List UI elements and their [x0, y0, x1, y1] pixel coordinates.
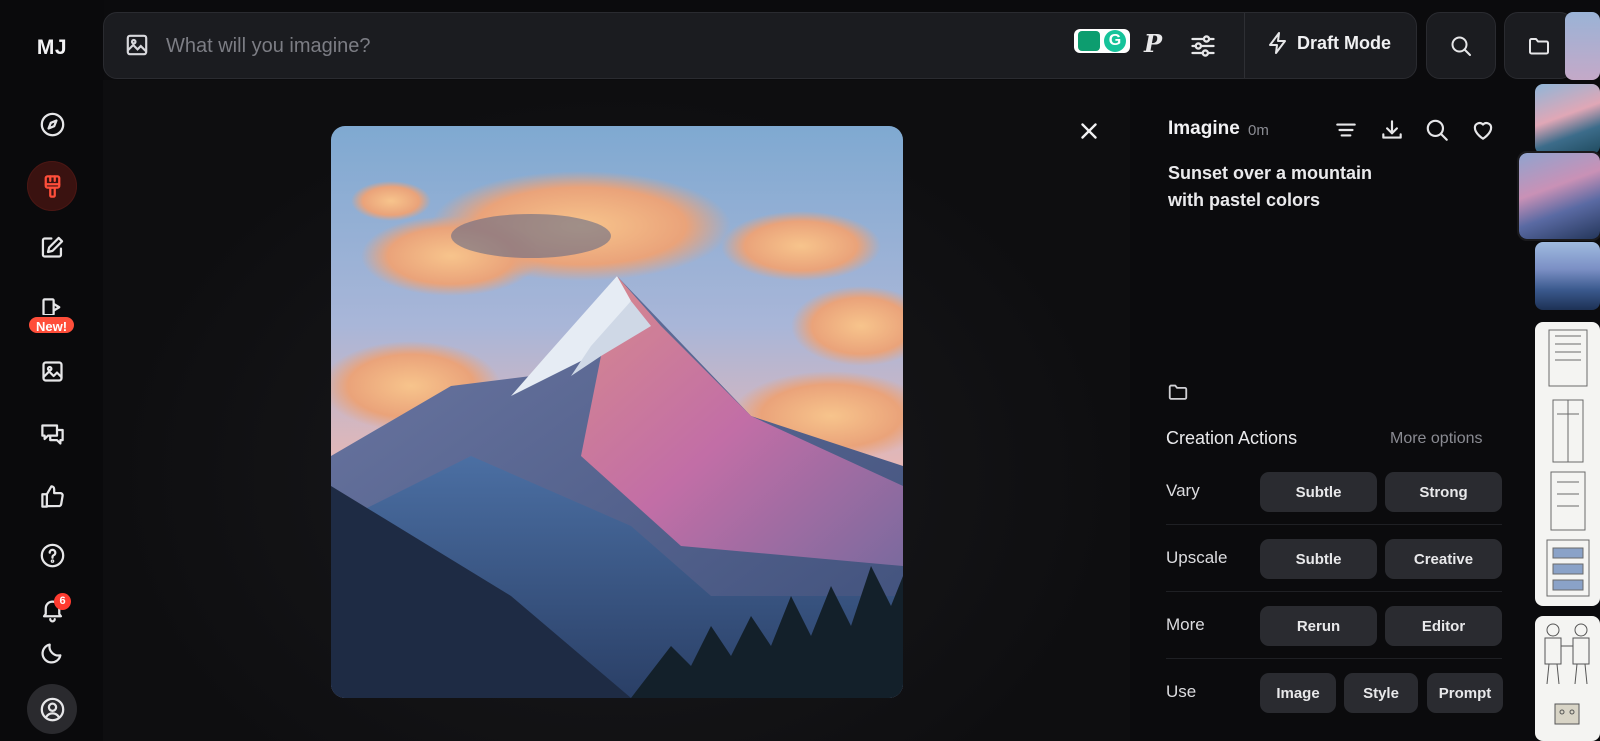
job-type-title: Imagine [1168, 118, 1240, 139]
search-button[interactable] [1426, 12, 1496, 79]
row-divider [1166, 591, 1502, 592]
upscale-creative-button[interactable]: Creative [1385, 539, 1502, 579]
close-icon [1081, 123, 1097, 139]
prompt-input[interactable] [166, 27, 1026, 65]
use-prompt-button[interactable]: Prompt [1427, 673, 1503, 713]
download-icon [1382, 120, 1402, 139]
row-divider [1166, 658, 1502, 659]
theme-toggle-button[interactable] [27, 627, 77, 677]
toolbar-divider [1244, 13, 1245, 78]
extension-icon [1078, 31, 1100, 51]
folder-icon [1529, 37, 1549, 54]
job-time: 0m [1248, 122, 1269, 139]
more-options-link[interactable]: More options [1390, 430, 1483, 448]
draft-mode-label: Draft Mode [1297, 32, 1391, 53]
add-to-folder-button[interactable] [1167, 381, 1189, 408]
thumbnail[interactable] [1535, 242, 1600, 310]
vary-subtle-button[interactable]: Subtle [1260, 472, 1377, 512]
thumbnail-selected[interactable] [1517, 151, 1600, 241]
grammarly-extension-icon[interactable]: G [1074, 29, 1130, 53]
row-divider [1166, 524, 1502, 525]
search-similar-button[interactable] [1424, 117, 1450, 148]
search-icon [1426, 119, 1448, 141]
new-badge: New! [27, 315, 76, 335]
editor-button[interactable]: Editor [1385, 606, 1502, 646]
vary-strong-button[interactable]: Strong [1385, 472, 1502, 512]
profile-button[interactable] [27, 684, 77, 734]
thumbnail-robot-sketch[interactable] [1535, 616, 1600, 741]
prompt-text[interactable]: Sunset over a mountain with pastel color… [1168, 160, 1398, 214]
question-circle-icon [40, 543, 64, 567]
upscale-label: Upscale [1166, 548, 1228, 567]
chat-button[interactable] [27, 409, 77, 459]
mountain-sunset-image [331, 126, 903, 698]
generated-image[interactable] [331, 126, 903, 698]
thumbnail[interactable] [1535, 84, 1600, 154]
notification-count-badge: 6 [54, 593, 71, 610]
paintbrush-icon [44, 174, 60, 198]
chat-bubbles-icon [40, 423, 64, 445]
image-icon [41, 360, 63, 382]
vary-label: Vary [1166, 481, 1200, 500]
help-button[interactable] [27, 530, 77, 580]
rerun-button[interactable]: Rerun [1260, 606, 1377, 646]
menu-lines-icon [1336, 123, 1356, 137]
edit-button[interactable] [27, 222, 77, 272]
creation-actions-heading: Creation Actions [1166, 428, 1298, 448]
user-circle-icon [40, 697, 64, 721]
compass-icon [40, 112, 64, 136]
settings-sliders-button[interactable] [1189, 32, 1217, 65]
thumbnail-sketch-group[interactable] [1535, 322, 1600, 606]
robot-sketch-image [1544, 623, 1590, 725]
thumbnail[interactable] [1565, 12, 1600, 80]
explore-button[interactable] [27, 99, 77, 149]
folders-button[interactable] [1504, 12, 1574, 79]
app-logo[interactable]: MJ [0, 36, 104, 60]
list-view-button[interactable] [1333, 117, 1359, 148]
search-icon [1451, 36, 1471, 56]
more-label: More [1166, 615, 1205, 634]
prompt-bar: G P Draft Mode [103, 12, 1417, 79]
moon-icon [40, 643, 61, 664]
create-button[interactable] [27, 161, 77, 211]
pencil-square-icon [41, 236, 63, 258]
like-button[interactable] [1470, 117, 1496, 148]
grammarly-g-icon: G [1104, 30, 1126, 52]
download-button[interactable] [1379, 117, 1405, 148]
upscale-subtle-button[interactable]: Subtle [1260, 539, 1377, 579]
sliders-icon [1191, 35, 1215, 57]
add-image-icon[interactable] [124, 32, 150, 63]
close-viewer-button[interactable] [1076, 118, 1102, 149]
heart-icon [1473, 122, 1493, 140]
thumbs-up-icon [40, 484, 64, 508]
rate-button[interactable] [27, 471, 77, 521]
organize-button[interactable] [27, 346, 77, 396]
use-label: Use [1166, 682, 1197, 701]
sketch-thumbnails-image [1546, 329, 1590, 597]
use-image-button[interactable]: Image [1260, 673, 1336, 713]
personalize-toggle-button[interactable]: P [1144, 29, 1162, 58]
folder-icon [1168, 384, 1188, 400]
draft-mode-button[interactable]: Draft Mode [1266, 31, 1391, 55]
lightning-icon [1269, 32, 1286, 54]
left-rail: MJ New! 6 [0, 0, 104, 741]
use-style-button[interactable]: Style [1344, 673, 1418, 713]
